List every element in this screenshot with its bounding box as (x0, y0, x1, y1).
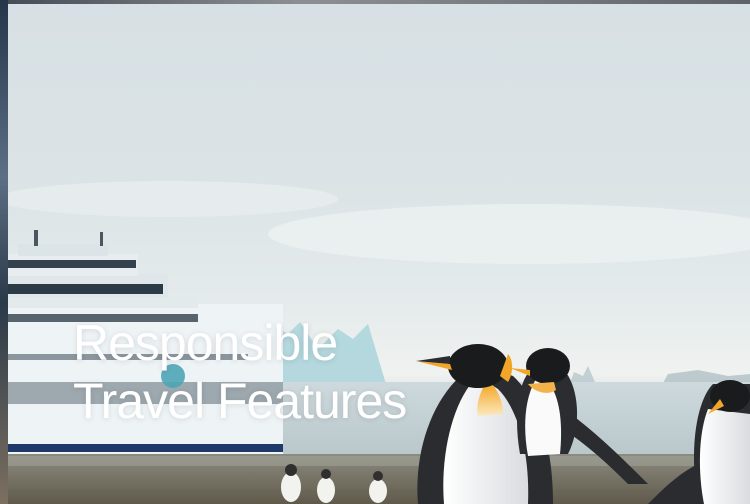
hero-headline-line-1: Responsible (73, 315, 338, 371)
hero-banner: Responsible Travel Features (0, 0, 750, 504)
cloud-band (268, 204, 750, 264)
hero-image: Responsible Travel Features (8, 4, 750, 504)
hero-headline-line-2: Travel Features (73, 373, 407, 429)
hero-headline: Responsible Travel Features (73, 314, 407, 430)
adjacent-slide-edge (0, 0, 8, 504)
